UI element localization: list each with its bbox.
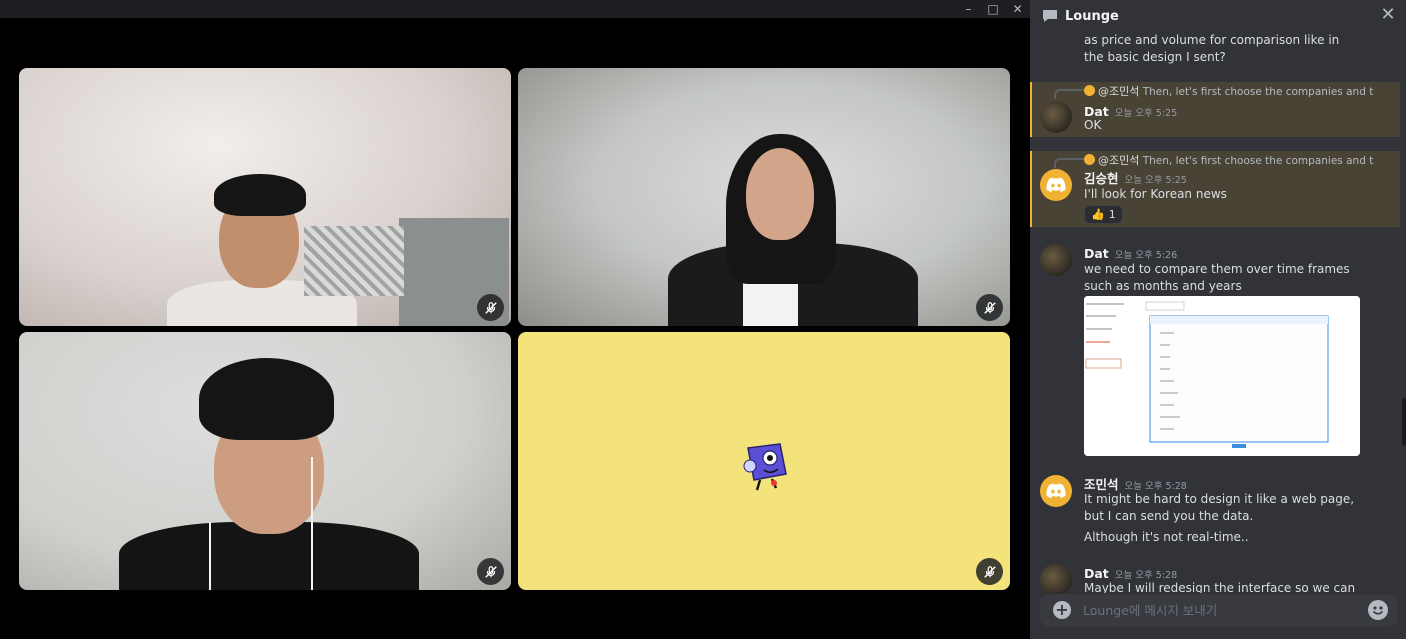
message-header: Dat 오늘 오후 5:26 xyxy=(1084,243,1177,262)
reply-preview[interactable]: @조민석 Then, let's first choose the compan… xyxy=(1084,83,1374,99)
earphone-wire xyxy=(311,457,313,590)
text-channel-icon xyxy=(1043,10,1057,22)
video-tile-3[interactable] xyxy=(19,332,511,590)
muted-mic-icon[interactable] xyxy=(477,294,504,321)
video-tile-1[interactable] xyxy=(19,68,511,326)
message-text: I'll look for Korean news xyxy=(1084,187,1227,201)
earphone-wire xyxy=(209,522,211,590)
avatar-default[interactable] xyxy=(1040,475,1072,507)
reply-avatar-icon xyxy=(1084,85,1095,96)
message-header: 김승현 오늘 오후 5:25 xyxy=(1084,168,1187,187)
reply-user: @조민석 xyxy=(1098,85,1140,98)
avatar-dat[interactable] xyxy=(1040,244,1072,276)
chat-header: Lounge xyxy=(1030,0,1406,32)
author-name[interactable]: 조민석 xyxy=(1084,477,1119,492)
message-text: as price and volume for comparison like … xyxy=(1084,33,1340,64)
minimize-icon[interactable]: – xyxy=(958,0,978,18)
reply-connector xyxy=(1054,89,1084,99)
reaction-thumbs-up[interactable]: 👍 1 xyxy=(1084,205,1123,224)
image-attachment[interactable] xyxy=(1084,296,1360,456)
avatar-dat[interactable] xyxy=(1040,101,1072,133)
add-attachment-icon[interactable]: + xyxy=(1053,601,1071,619)
reply-text: Then, let's first choose the companies a… xyxy=(1142,86,1374,98)
message-timestamp: 오늘 오후 5:26 xyxy=(1114,250,1178,261)
close-chat-icon[interactable]: ✕ xyxy=(1378,5,1398,25)
participant-face xyxy=(746,148,814,240)
background-tiles xyxy=(304,226,404,296)
emoji-picker-icon[interactable] xyxy=(1368,600,1388,620)
discord-logo-icon xyxy=(1046,177,1066,193)
muted-mic-icon[interactable] xyxy=(477,558,504,585)
message-timestamp: 오늘 오후 5:25 xyxy=(1114,108,1178,119)
reply-preview[interactable]: @조민석 Then, let's first choose the compan… xyxy=(1084,152,1374,168)
reply-connector xyxy=(1054,158,1084,168)
channel-title: Lounge xyxy=(1065,8,1119,24)
reply-text: Then, let's first choose the companies a… xyxy=(1142,155,1374,167)
design-mockup-image xyxy=(1084,296,1360,456)
video-tile-2[interactable] xyxy=(518,68,1010,326)
author-name[interactable]: Dat xyxy=(1084,566,1109,581)
reaction-count: 1 xyxy=(1108,208,1116,221)
participant-hair xyxy=(214,174,306,216)
reply-user: @조민석 xyxy=(1098,154,1140,167)
video-tile-4-avatar[interactable] xyxy=(518,332,1010,590)
message-composer: + xyxy=(1040,594,1398,626)
thumbs-up-icon: 👍 xyxy=(1091,208,1105,221)
avatar-default[interactable] xyxy=(1040,169,1072,201)
avatar-dat[interactable] xyxy=(1040,564,1072,596)
message-timestamp: 오늘 오후 5:25 xyxy=(1124,175,1187,186)
muted-mic-icon[interactable] xyxy=(976,294,1003,321)
reply-avatar-icon xyxy=(1084,154,1095,165)
window-controls: – □ ✕ xyxy=(956,0,1030,18)
discord-logo-icon xyxy=(1046,483,1066,499)
message-text: Maybe I will redesign the interface so w… xyxy=(1084,581,1356,593)
maximize-icon[interactable]: □ xyxy=(983,0,1003,18)
participant-hair xyxy=(199,358,334,440)
message-text: It might be hard to design it like a web… xyxy=(1084,492,1355,523)
discord-call-window: – □ ✕ Lounge ✕ as price and volume for c… xyxy=(0,0,1406,639)
author-name[interactable]: 김승현 xyxy=(1084,171,1119,186)
window-title-bar xyxy=(0,0,1030,18)
robot-avatar-sticker xyxy=(743,443,787,491)
muted-mic-icon[interactable] xyxy=(976,558,1003,585)
author-name[interactable]: Dat xyxy=(1084,246,1109,261)
message-input[interactable] xyxy=(1083,602,1353,618)
message-text: we need to compare them over time frames… xyxy=(1084,262,1350,293)
message-text-continuation: Although it's not real-time.. xyxy=(1084,530,1249,544)
message-text: OK xyxy=(1084,118,1102,132)
window-close-icon[interactable]: ✕ xyxy=(1008,0,1028,18)
chat-scrollbar[interactable] xyxy=(1402,398,1406,446)
